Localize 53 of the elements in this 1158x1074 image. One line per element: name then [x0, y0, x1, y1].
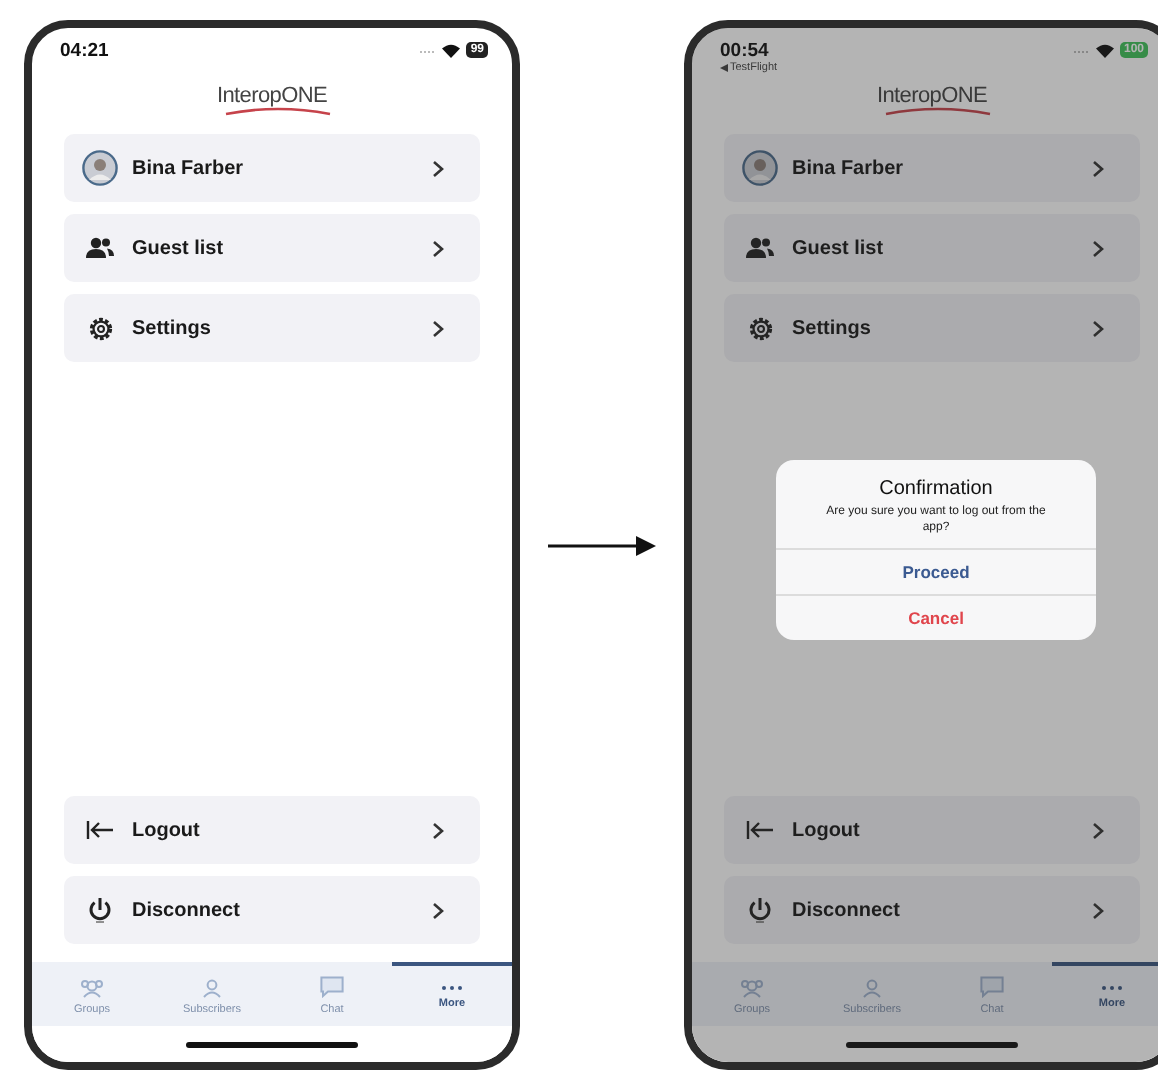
menu-item[interactable]: Disconnect [724, 876, 1140, 944]
chevron-icon [432, 821, 444, 839]
chevron-icon [432, 159, 444, 177]
chevron-icon [1092, 821, 1104, 839]
avatar-icon [82, 150, 118, 186]
settings-icon [747, 315, 773, 341]
chat-icon [320, 976, 344, 998]
menu-item[interactable]: Guest list [724, 214, 1140, 282]
chevron-icon [1092, 239, 1104, 257]
groups-icon [740, 977, 764, 997]
app-logo: InteropONE [876, 84, 988, 116]
dialog-title: Confirmation [877, 476, 995, 504]
right-arrow [548, 535, 656, 555]
status-time: 00:54 [720, 40, 771, 62]
menu-item[interactable]: Settings [64, 294, 480, 362]
avatar-icon [742, 150, 778, 186]
status-time: 04:21 [60, 40, 109, 62]
menu-item[interactable]: Bina Farber [64, 134, 480, 202]
menu-item[interactable]: Bina Farber [724, 134, 1140, 202]
wifi-icon [442, 43, 461, 57]
signal-icon [420, 46, 437, 54]
power-icon [748, 896, 772, 924]
more-icon [440, 983, 464, 991]
chat-icon [980, 976, 1004, 998]
logout-icon [746, 820, 774, 840]
signal-icon [1073, 46, 1090, 54]
more-icon [1100, 983, 1124, 991]
proceed-button[interactable]: Proceed [776, 547, 1096, 594]
swoosh-icon [224, 106, 333, 116]
menu-item[interactable]: Guest list [64, 214, 480, 282]
groups-icon [80, 977, 104, 997]
chevron-icon [432, 239, 444, 257]
chevron-icon [1092, 159, 1104, 177]
chevron-icon [1092, 319, 1104, 337]
logout-icon [86, 820, 114, 840]
menu-item[interactable]: Disconnect [64, 876, 480, 944]
chevron-icon [432, 319, 444, 337]
back-triangle-icon [720, 64, 728, 72]
person-icon [862, 977, 882, 997]
settings-icon [87, 315, 113, 341]
people-icon [746, 236, 774, 260]
power-icon [88, 896, 112, 924]
wifi-icon [1095, 43, 1114, 57]
swoosh-icon [884, 106, 993, 116]
cancel-button[interactable]: Cancel [776, 593, 1096, 640]
person-icon [202, 977, 222, 997]
menu-item[interactable]: Settings [724, 294, 1140, 362]
chevron-icon [432, 901, 444, 919]
people-icon [86, 236, 114, 260]
chevron-icon [1092, 901, 1104, 919]
app-logo: InteropONE [216, 84, 328, 116]
menu-item[interactable]: Logout [64, 796, 480, 864]
menu-item[interactable]: Logout [724, 796, 1140, 864]
